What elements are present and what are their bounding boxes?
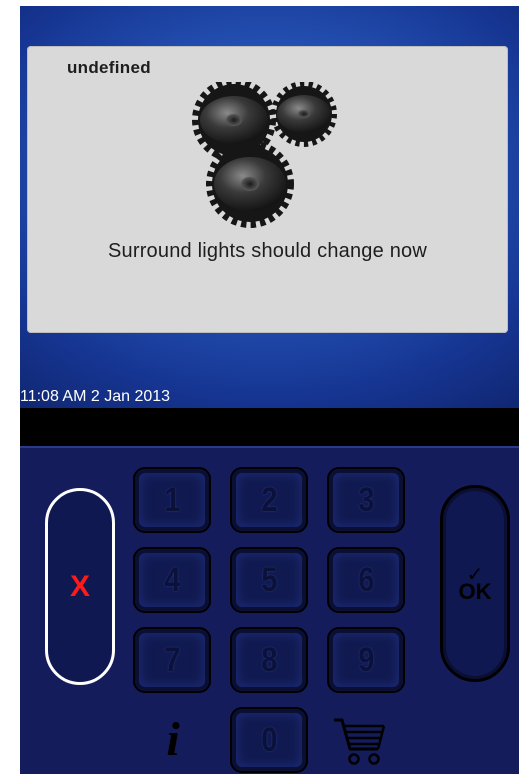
key-6-label: 6	[357, 560, 375, 599]
key-4[interactable]: 4	[133, 547, 211, 613]
key-1[interactable]: 1	[133, 467, 211, 533]
key-0[interactable]: 0	[230, 707, 308, 773]
key-5[interactable]: 5	[230, 547, 308, 613]
dialog-title: undefined	[67, 58, 151, 77]
key-3-label: 3	[357, 480, 375, 519]
key-7[interactable]: 7	[133, 627, 211, 693]
cancel-button[interactable]: X	[45, 488, 115, 685]
display-screen: undefined Surround lights should change …	[20, 6, 519, 408]
key-9[interactable]: 9	[327, 627, 405, 693]
key-9-label: 9	[357, 640, 375, 679]
cancel-icon: X	[69, 569, 90, 603]
key-6[interactable]: 6	[327, 547, 405, 613]
gears-icon	[192, 82, 337, 228]
message-dialog: undefined Surround lights should change …	[27, 46, 508, 333]
status-bar	[20, 408, 519, 446]
info-icon[interactable]: i	[153, 713, 193, 766]
key-7-label: 7	[163, 640, 181, 679]
key-5-label: 5	[260, 560, 278, 599]
ok-content: ✓ OK	[459, 565, 492, 603]
key-1-label: 1	[163, 480, 181, 519]
payment-terminal: undefined Surround lights should change …	[20, 6, 519, 774]
key-4-label: 4	[163, 560, 181, 599]
ok-label: OK	[458, 578, 492, 604]
gear-bottom	[206, 140, 294, 228]
dialog-message: Surround lights should change now	[107, 240, 428, 262]
shopping-cart-icon[interactable]	[330, 715, 390, 770]
gear-top-right	[271, 82, 337, 147]
key-2-label: 2	[260, 480, 278, 519]
status-datetime: 11:08 AM 2 Jan 2013	[20, 388, 171, 405]
key-0-label: 0	[260, 720, 278, 759]
key-8-label: 8	[260, 640, 278, 679]
ok-button[interactable]: ✓ OK	[440, 485, 510, 682]
key-3[interactable]: 3	[327, 467, 405, 533]
key-2[interactable]: 2	[230, 467, 308, 533]
key-8[interactable]: 8	[230, 627, 308, 693]
